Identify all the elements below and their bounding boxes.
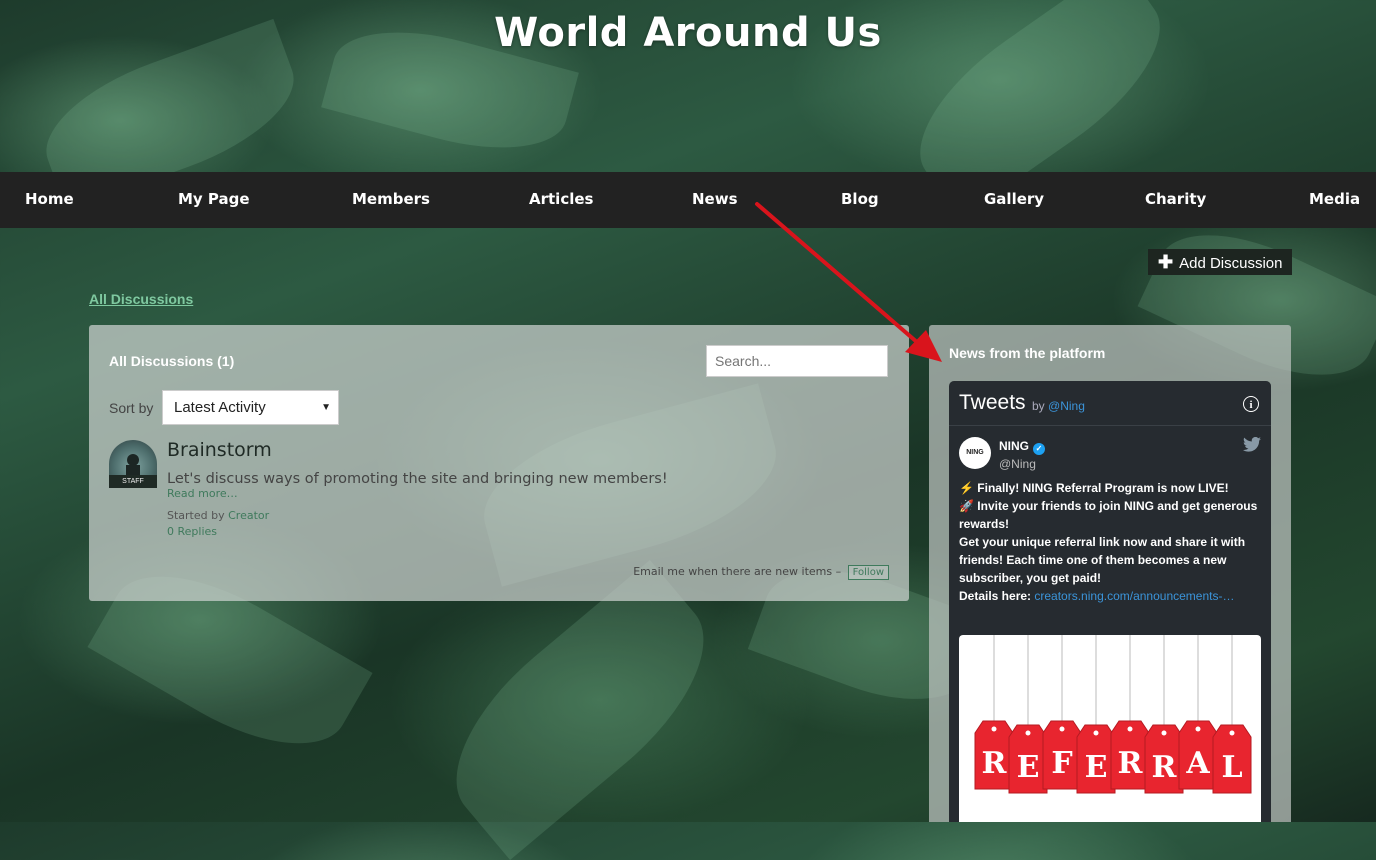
all-discussions-link[interactable]: All Discussions [89, 291, 193, 307]
tweets-by-label: by [1032, 399, 1045, 413]
read-more-link[interactable]: Read more… [167, 487, 238, 500]
started-by: Started by Creator [167, 509, 269, 522]
discussion-description: Let's discuss ways of promoting the site… [167, 471, 668, 487]
referral-tag-letter: R [1118, 746, 1144, 781]
twitter-widget-header: Tweets by @Ning i [949, 381, 1271, 426]
nav-item-news[interactable]: News [692, 190, 738, 208]
nav-item-blog[interactable]: Blog [841, 190, 879, 208]
email-notify-text: Email me when there are new items – [633, 565, 842, 578]
nav-item-home[interactable]: Home [25, 190, 74, 208]
tweet-details: Details here: creators.ning.com/announce… [959, 587, 1259, 605]
tag-hole [1127, 726, 1133, 732]
main-navigation: Home My Page Members Articles News Blog … [0, 172, 1376, 228]
discussions-title: All Discussions (1) [109, 353, 235, 369]
tag-hole [1161, 730, 1167, 736]
tweets-handle-link[interactable]: @Ning [1048, 399, 1085, 413]
tweet-text: ⚡ Finally! NING Referral Program is now … [959, 479, 1259, 605]
search-input[interactable] [706, 345, 888, 377]
plus-icon: ✚ [1158, 252, 1174, 272]
referral-tag-letter: E [1017, 750, 1040, 785]
twitter-bird-icon[interactable] [1243, 437, 1261, 452]
referral-tag-letter: R [1152, 750, 1178, 785]
nav-item-members[interactable]: Members [352, 190, 430, 208]
tag-hole [991, 726, 997, 732]
dropdown-caret-icon: ▼ [321, 402, 331, 413]
tweet-line: 🚀 Invite your friends to join NING and g… [959, 499, 1258, 531]
referral-tag-letter: L [1221, 750, 1242, 785]
sidebar-title: News from the platform [949, 345, 1106, 361]
referral-tags-image: REFERRAL [974, 635, 1252, 794]
sort-select-value: Latest Activity [174, 399, 266, 416]
tweet-image[interactable]: REFERRAL [959, 635, 1261, 822]
referral-tag-letter: A [1185, 746, 1210, 781]
sort-label: Sort by [109, 400, 154, 416]
nav-item-media[interactable]: Media [1309, 190, 1360, 208]
discussions-panel: All Discussions (1) Sort by Latest Activ… [89, 325, 909, 601]
nav-item-my-page[interactable]: My Page [178, 190, 250, 208]
tweet-line: ⚡ Finally! NING Referral Program is now … [959, 481, 1229, 495]
replies-link[interactable]: 0 Replies [167, 525, 217, 538]
tweet-author-handle[interactable]: @Ning [999, 457, 1036, 471]
add-discussion-button[interactable]: ✚ Add Discussion [1148, 249, 1293, 275]
news-sidebar: News from the platform Tweets by @Ning i… [929, 325, 1291, 822]
tag-hole [1059, 726, 1065, 732]
tweets-title: Tweets [959, 391, 1026, 414]
referral-tag-letter: R [982, 746, 1008, 781]
add-discussion-label: Add Discussion [1179, 255, 1283, 272]
nav-item-articles[interactable]: Articles [529, 190, 593, 208]
staff-badge: STAFF [109, 475, 157, 488]
tweet-line: Get your unique referral link now and sh… [959, 535, 1246, 585]
nav-item-charity[interactable]: Charity [1145, 190, 1206, 208]
tweet-author-name-text: NING [999, 439, 1029, 453]
verified-icon: ✓ [1033, 443, 1045, 455]
avatar-image [126, 454, 140, 475]
referral-tag-letter: F [1051, 746, 1072, 781]
tweet-author-avatar[interactable]: NING [959, 437, 991, 469]
avatar[interactable]: STAFF [109, 440, 157, 488]
referral-tag-letter: E [1085, 750, 1108, 785]
background-leaf [420, 559, 740, 860]
nav-item-gallery[interactable]: Gallery [984, 190, 1044, 208]
creator-link[interactable]: Creator [228, 509, 269, 522]
sort-select[interactable]: Latest Activity ▼ [162, 390, 339, 425]
tweets-by: by @Ning [1032, 399, 1085, 413]
site-title: World Around Us [494, 10, 882, 56]
tweet-details-label: Details here: [959, 589, 1032, 603]
follow-button[interactable]: Follow [847, 565, 889, 580]
started-by-prefix: Started by [167, 509, 225, 522]
tag-hole [1195, 726, 1201, 732]
tweet-details-link[interactable]: creators.ning.com/announcements-… [1034, 589, 1234, 603]
tag-hole [1093, 730, 1099, 736]
twitter-widget: Tweets by @Ning i NING NING ✓ @Ning ⚡ Fin… [949, 381, 1271, 822]
tag-hole [1025, 730, 1031, 736]
email-notify: Email me when there are new items – Foll… [633, 565, 889, 580]
info-icon[interactable]: i [1243, 396, 1259, 412]
discussion-title-link[interactable]: Brainstorm [167, 439, 272, 461]
tag-hole [1229, 730, 1235, 736]
tweet-author-name[interactable]: NING ✓ [999, 439, 1045, 455]
